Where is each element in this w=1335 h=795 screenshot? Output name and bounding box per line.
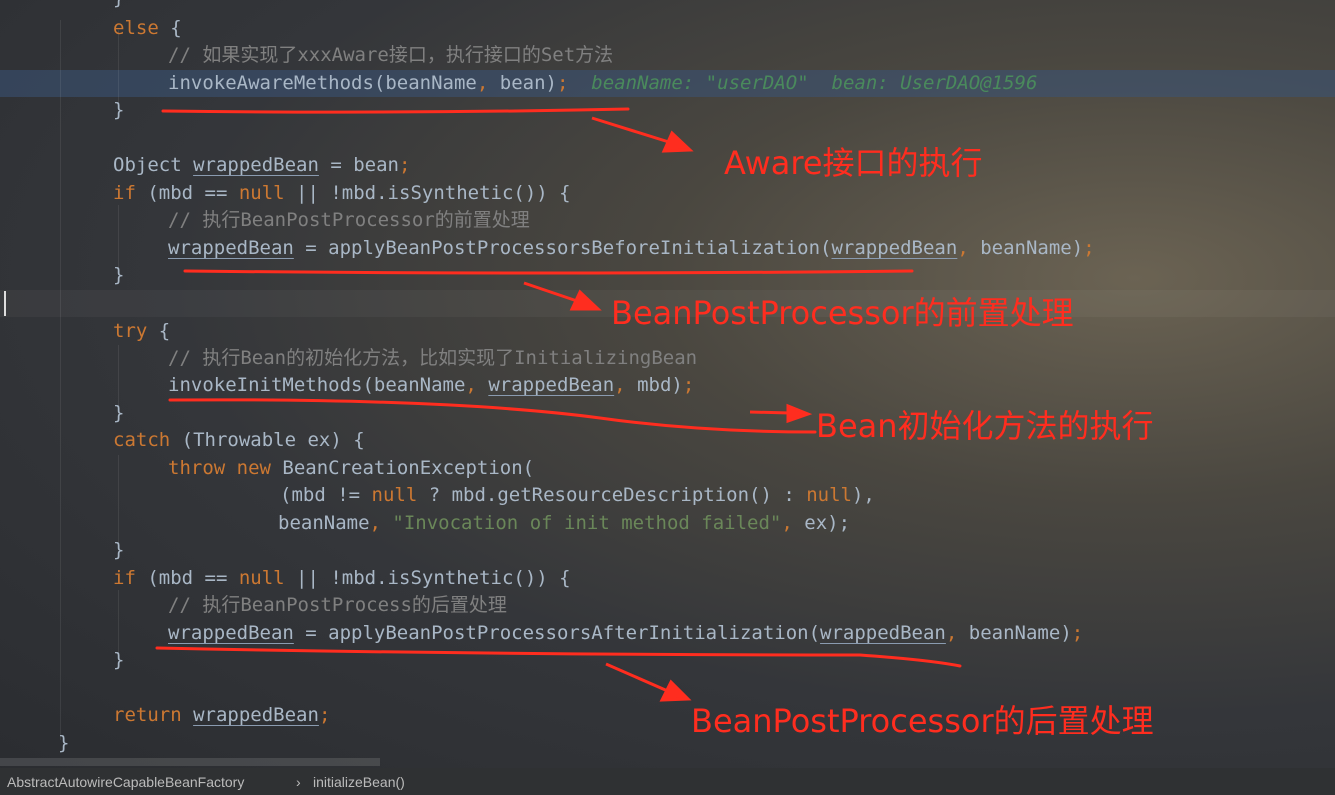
breadcrumb-method[interactable]: initializeBean(): [313, 774, 405, 790]
arrow-shaft: [749, 410, 791, 415]
annotation-aware: Aware接口的执行: [724, 144, 983, 182]
breadcrumb-class[interactable]: AbstractAutowireCapableBeanFactory: [7, 774, 244, 790]
underline-stroke: [168, 398, 817, 434]
underline-stroke: [155, 646, 962, 668]
underline-stroke: [161, 107, 630, 114]
arrow-head: [786, 403, 813, 424]
arrow-shaft: [523, 281, 581, 304]
annotation-init: Bean初始化方法的执行: [816, 407, 1154, 445]
arrow-head: [569, 289, 602, 311]
annotation-overlay: [0, 107, 962, 795]
annotation-before: BeanPostProcessor的前置处理: [611, 294, 1074, 332]
arrow-head: [659, 679, 692, 702]
breadcrumb-bar: AbstractAutowireCapableBeanFactory › ini…: [0, 768, 1335, 795]
underline-stroke: [183, 269, 914, 275]
arrow-shaft: [591, 116, 673, 145]
annotation-after: BeanPostProcessor的后置处理: [691, 702, 1154, 740]
breadcrumb-separator: ›: [296, 774, 301, 790]
arrow-shaft: [605, 662, 671, 694]
arrow-head: [661, 130, 694, 153]
